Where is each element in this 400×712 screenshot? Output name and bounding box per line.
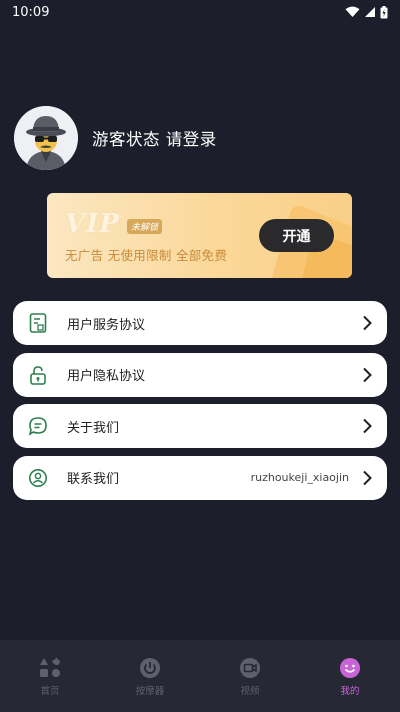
chevron-right-icon: [361, 418, 373, 434]
tab-label: 我的: [340, 686, 360, 697]
tab-video[interactable]: 视频: [200, 640, 300, 712]
tab-label: 首页: [40, 686, 60, 697]
battery-icon: [380, 5, 388, 19]
login-prompt[interactable]: 游客状态 请登录: [92, 126, 217, 150]
status-time: 10:09: [12, 4, 50, 20]
contact-icon: [27, 467, 49, 489]
chevron-right-icon: [361, 315, 373, 331]
video-icon: [239, 657, 261, 679]
smile-icon: [339, 657, 361, 679]
wifi-icon: [345, 6, 360, 18]
profile-section[interactable]: 游客状态 请登录: [14, 106, 217, 170]
status-bar: 10:09: [0, 0, 400, 24]
lock-icon: [27, 364, 49, 386]
vip-open-button[interactable]: 开通: [259, 219, 334, 252]
menu-item-label: 关于我们: [67, 420, 120, 436]
chat-icon: [27, 415, 49, 437]
vip-status-badge: 未解锁: [127, 219, 163, 234]
chevron-right-icon: [361, 367, 373, 383]
vip-description: 无广告 无使用限制 全部免费: [65, 248, 228, 263]
tab-home[interactable]: 首页: [0, 640, 100, 712]
menu-item-contact-us[interactable]: 联系我们 ruzhoukeji_xiaojin: [13, 455, 387, 500]
bottom-tab-bar: 首页 按摩器 视频 我的: [0, 640, 400, 712]
tab-mine[interactable]: 我的: [300, 640, 400, 712]
menu-item-privacy-agreement[interactable]: 用户隐私协议: [13, 352, 387, 397]
document-icon: [27, 312, 49, 334]
incognito-avatar-icon[interactable]: [14, 106, 78, 170]
menu-item-about-us[interactable]: 关于我们: [13, 404, 387, 448]
vip-logo: VIP: [65, 209, 120, 239]
contact-id: ruzhoukeji_xiaojin: [250, 471, 349, 484]
status-icons: [345, 5, 388, 19]
signal-icon: [364, 6, 376, 18]
tab-label: 按摩器: [135, 686, 165, 697]
chevron-right-icon: [361, 470, 373, 486]
power-icon: [139, 657, 161, 679]
vip-banner[interactable]: VIP 未解锁 无广告 无使用限制 全部免费 开通: [47, 193, 352, 278]
tab-massager[interactable]: 按摩器: [100, 640, 200, 712]
menu-item-service-agreement[interactable]: 用户服务协议: [13, 301, 387, 345]
settings-menu: 用户服务协议 用户隐私协议 关于我们 联系我们 ruzhoukeji_xiaoj…: [13, 301, 387, 507]
menu-item-label: 用户隐私协议: [67, 369, 146, 384]
menu-item-label: 用户服务协议: [67, 317, 146, 333]
home-grid-icon: [39, 657, 61, 679]
tab-label: 视频: [240, 686, 260, 697]
menu-item-label: 联系我们: [67, 472, 120, 487]
